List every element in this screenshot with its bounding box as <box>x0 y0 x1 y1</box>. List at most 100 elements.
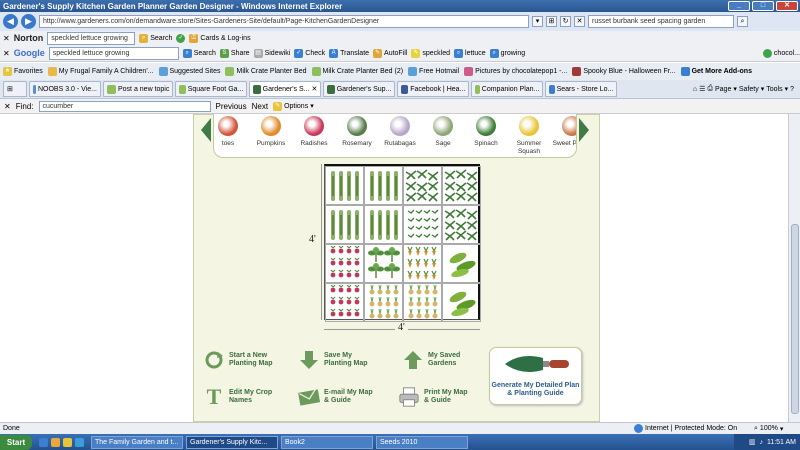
network-icon[interactable]: ▥ <box>749 438 756 446</box>
back-button[interactable]: ◀ <box>3 14 18 29</box>
taskbar-gardeners-supply[interactable]: Gardener's Supply Kitc... <box>186 435 278 449</box>
media-icon[interactable] <box>63 437 72 447</box>
close-toolbar-icon[interactable]: ✕ <box>3 34 10 43</box>
tab-sears[interactable]: Sears - Store Lo... <box>545 81 618 97</box>
grid-cell-beans[interactable] <box>364 166 403 205</box>
grid-cell-onion[interactable] <box>403 283 442 322</box>
planting-grid[interactable] <box>324 164 481 322</box>
start-button[interactable]: Start <box>0 434 32 450</box>
tab-gardeners-supply[interactable]: Gardener's Sup... <box>323 81 396 97</box>
tab-facebook[interactable]: Facebook | Hea... <box>397 81 470 97</box>
grid-cell-beans[interactable] <box>325 166 364 205</box>
generate-plan-button[interactable]: Generate My Detailed Plan & Planting Gui… <box>489 347 582 405</box>
vegetable-item[interactable]: Pumpkins <box>249 116 293 148</box>
grid-cell-pea[interactable] <box>442 166 481 205</box>
my-saved-gardens-button[interactable]: My Saved Gardens <box>402 349 470 371</box>
grid-cell-beans[interactable] <box>364 205 403 244</box>
search-icon[interactable]: ⌕ <box>737 16 748 27</box>
tab-gardeners-active[interactable]: Gardener's S... ✕ <box>249 81 322 97</box>
scroll-right-arrow[interactable] <box>579 118 589 142</box>
norton-search-input[interactable]: speckled lettuce growing <box>47 31 136 45</box>
google-search-input[interactable]: speckled lettuce growing <box>48 46 179 60</box>
security-zone[interactable]: Internet | Protected Mode: On <box>634 424 754 433</box>
taskbar-seeds-2010[interactable]: Seeds 2010 <box>376 435 468 449</box>
get-addons-button[interactable]: Get More Add-ons <box>680 67 752 76</box>
stop-icon[interactable]: ✕ <box>574 16 585 27</box>
refresh-icon[interactable]: ↻ <box>560 16 571 27</box>
tab-square-foot[interactable]: Square Foot Ga... <box>175 81 248 97</box>
start-new-map-button[interactable]: Start a New Planting Map <box>203 349 281 371</box>
close-find-icon[interactable]: ✕ <box>4 102 11 111</box>
favorite-item[interactable]: Milk Crate Planter Bed <box>225 67 307 76</box>
compat-icon[interactable]: ⊞ <box>546 16 557 27</box>
feeds-icon[interactable]: ☰ <box>699 85 705 93</box>
vegetable-item[interactable]: Sage <box>421 116 465 148</box>
grid-cell-beans[interactable] <box>325 205 364 244</box>
email-map-button[interactable]: E-mail My Map & Guide <box>298 386 376 408</box>
google-translate-button[interactable]: A Translate <box>329 48 369 58</box>
grid-cell-herb[interactable] <box>364 244 403 283</box>
safety-menu[interactable]: Safety ▾ <box>739 85 764 94</box>
vegetable-item[interactable]: toes <box>214 116 250 148</box>
taskbar-book2[interactable]: Book2 <box>281 435 373 449</box>
find-next-button[interactable]: Next <box>252 102 268 111</box>
vegetable-item[interactable]: Rutabagas <box>378 116 422 148</box>
tab-noobs[interactable]: NOOBS 3.0 - Vie... <box>29 81 101 97</box>
google-share-button[interactable]: S Share <box>219 48 250 58</box>
highlight-lettuce[interactable]: ⌕ lettuce <box>454 48 486 58</box>
favorite-item[interactable]: Suggested Sites <box>158 67 220 76</box>
grid-cell-radish[interactable] <box>325 244 364 283</box>
grid-cell-radish[interactable] <box>325 283 364 322</box>
grid-cell-pea-small[interactable] <box>403 205 442 244</box>
url-input[interactable]: http://www.gardeners.com/on/demandware.s… <box>39 15 529 28</box>
close-button[interactable]: ✕ <box>776 1 798 11</box>
google-check-button[interactable]: ✓ Check <box>294 48 325 58</box>
tab-companion[interactable]: Companion Plan... <box>471 81 544 97</box>
home-icon[interactable]: ⌂ <box>693 86 697 93</box>
forward-button[interactable]: ▶ <box>21 14 36 29</box>
page-menu[interactable]: Page ▾ <box>715 85 737 94</box>
scrollbar-thumb[interactable] <box>791 224 799 414</box>
close-toolbar-icon[interactable]: ✕ <box>3 49 10 58</box>
quick-tabs-button[interactable]: ⊞ <box>3 81 27 97</box>
find-options-button[interactable]: ✎ Options ▾ <box>273 101 314 111</box>
minimize-button[interactable]: _ <box>728 1 750 11</box>
vegetable-item[interactable]: Sweet Potato <box>550 116 576 148</box>
grid-cell-onion[interactable] <box>364 283 403 322</box>
highlight-growing[interactable]: ⌕ growing <box>489 48 525 58</box>
google-signin[interactable]: chocol... <box>762 48 800 58</box>
favorite-item[interactable]: Pictures by chocolatepop1 -... <box>464 67 567 76</box>
favorite-item[interactable]: Milk Crate Planter Bed (2) <box>311 67 403 76</box>
messenger-icon[interactable] <box>75 437 84 447</box>
print-map-button[interactable]: Print My Map & Guide <box>398 386 472 408</box>
print-icon[interactable]: ⎙ <box>707 85 713 93</box>
favorite-item[interactable]: My Frugal Family A Children'... <box>47 67 154 76</box>
grid-cell-cucumber[interactable] <box>442 283 481 322</box>
vegetable-item[interactable]: Summer Squash <box>507 116 551 156</box>
search-input[interactable]: russet burbank seed spacing garden <box>588 15 734 28</box>
page-scrollbar[interactable] <box>788 114 800 422</box>
norton-safe-icon[interactable]: ✓ <box>176 33 186 43</box>
folder-icon[interactable] <box>51 437 60 447</box>
grid-cell-cucumber[interactable] <box>442 244 481 283</box>
zoom-control[interactable]: ⌕ 100% ▾ <box>754 425 800 433</box>
dropdown-icon[interactable]: ▾ <box>532 16 543 27</box>
vegetable-item[interactable]: Rosemary <box>335 116 379 148</box>
highlight-speckled[interactable]: ✎ speckled <box>411 48 450 58</box>
favorites-button[interactable]: ★ Favorites <box>3 67 43 76</box>
grid-cell-pea[interactable] <box>403 166 442 205</box>
vegetable-item[interactable]: Radishes <box>292 116 336 148</box>
grid-cell-carrot[interactable] <box>403 244 442 283</box>
help-icon[interactable]: ? <box>790 86 800 93</box>
tab-post-topic[interactable]: Post a new topic <box>103 81 174 97</box>
google-search-button[interactable]: ⌕ Search <box>182 48 216 58</box>
volume-icon[interactable]: ♪ <box>759 439 763 446</box>
norton-cards-button[interactable]: ⚿ Cards & Log-ins <box>189 33 251 43</box>
favorite-item[interactable]: Free Hotmail <box>408 67 459 76</box>
grid-cell-pea[interactable] <box>442 205 481 244</box>
google-sidewiki-button[interactable]: ▤ Sidewiki <box>253 48 290 58</box>
close-tab-icon[interactable]: ✕ <box>312 85 318 93</box>
google-autofill-button[interactable]: ✎ AutoFill <box>373 48 407 58</box>
scroll-left-arrow[interactable] <box>201 118 211 142</box>
edit-crop-names-button[interactable]: T Edit My Crop Names <box>203 386 277 408</box>
